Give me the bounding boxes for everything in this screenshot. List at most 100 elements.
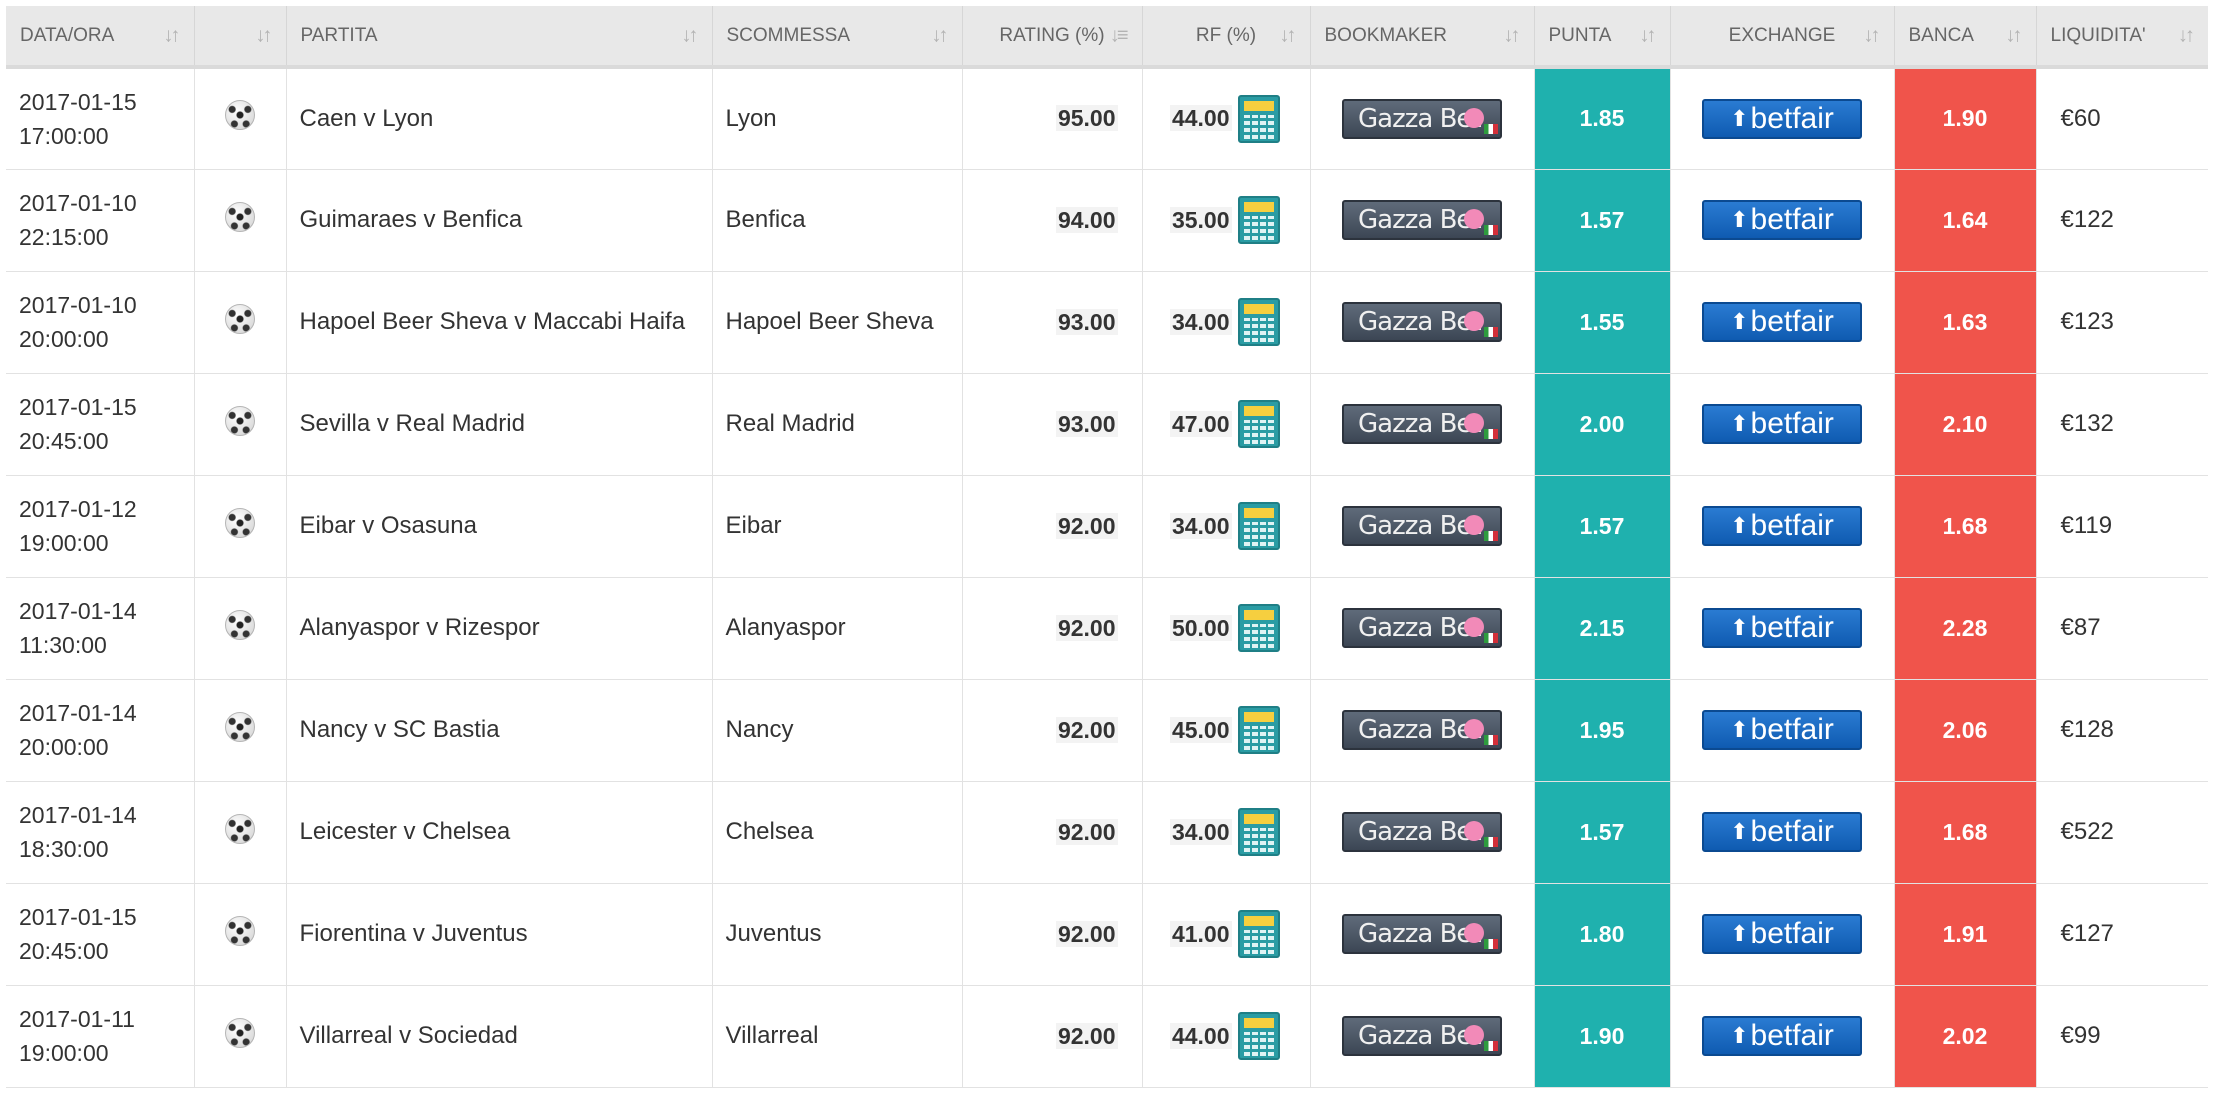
calculator-icon[interactable] <box>1237 604 1280 652</box>
sort-icon[interactable]: ↓↑ <box>1864 24 1881 47</box>
time-text: 20:00:00 <box>19 734 109 760</box>
sort-icon[interactable]: ↓↑ <box>1280 24 1297 47</box>
col-header-date[interactable]: DATA/ORA ↓↑ <box>6 6 194 69</box>
table-row[interactable]: 2017-01-14 11:30:00 Alanyaspor v Rizespor A… <box>6 576 2208 679</box>
betfair-logo[interactable]: ⬆betfair <box>1702 98 1862 139</box>
table-row[interactable]: 2017-01-14 20:00:00 Nancy v SC Bastia Nancy… <box>6 678 2208 781</box>
calculator-icon[interactable] <box>1237 502 1280 550</box>
calculator-icon[interactable] <box>1237 706 1280 754</box>
date-time-cell: 2017-01-14 20:00:00 <box>6 678 194 781</box>
banca-cell: 1.64 <box>1893 168 2036 271</box>
bookmaker-cell: Gazza Bet <box>1309 66 1534 169</box>
col-header-exchange[interactable]: EXCHANGE ↓↑ <box>1669 6 1894 69</box>
gazzabet-logo[interactable]: Gazza Bet <box>1342 404 1502 444</box>
betfair-logo[interactable]: ⬆betfair <box>1702 914 1862 954</box>
sort-icon[interactable]: ↓↑ <box>932 24 949 47</box>
sort-icon[interactable]: ↓↑ <box>2006 24 2023 47</box>
table-row[interactable]: 2017-01-12 19:00:00 Eibar v Osasuna Eibar 92… <box>6 474 2208 577</box>
calculator-icon[interactable] <box>1237 1012 1280 1060</box>
gazzabet-logo[interactable]: Gazza Bet <box>1342 506 1502 546</box>
col-header-sport[interactable]: ↓↑ <box>193 6 286 69</box>
punta-cell: 1.80 <box>1533 882 1670 985</box>
table-row[interactable]: 2017-01-10 20:00:00 Hapoel Beer Sheva v Ma… <box>6 270 2208 373</box>
sort-icon[interactable]: ↓↑ <box>164 24 181 47</box>
betfair-arrow-icon: ⬆ <box>1730 411 1749 436</box>
rf-cell: 47.00 <box>1141 372 1310 475</box>
rating-cell: 92.00 <box>961 984 1142 1088</box>
calculator-icon[interactable] <box>1237 910 1280 958</box>
bookmaker-logo-text: Gazza Bet <box>1358 103 1482 134</box>
table-row[interactable]: 2017-01-15 17:00:00 Caen v Lyon Lyon 95.00 44… <box>6 66 2208 169</box>
soccer-ball-icon <box>225 711 255 742</box>
betfair-logo[interactable]: ⬆betfair <box>1702 1016 1862 1056</box>
calculator-icon[interactable] <box>1237 400 1280 448</box>
punta-cell: 2.15 <box>1533 576 1670 679</box>
gazzabet-logo[interactable]: Gazza Bet <box>1342 1016 1502 1056</box>
rf-value: 34.00 <box>1169 512 1232 539</box>
liquidity-cell: €87 <box>2035 576 2208 679</box>
col-header-bet[interactable]: SCOMMESSA ↓↑ <box>711 6 962 69</box>
betfair-logo[interactable]: ⬆betfair <box>1702 506 1862 546</box>
date-text: 2017-01-15 <box>19 394 137 420</box>
betfair-logo[interactable]: ⬆betfair <box>1702 608 1862 648</box>
rating-value: 92.00 <box>1055 614 1118 641</box>
banca-cell: 1.91 <box>1893 882 2036 985</box>
match-cell: Eibar v Osasuna <box>285 474 712 577</box>
italy-flag-icon <box>1484 1041 1498 1051</box>
rf-value: 45.00 <box>1169 716 1232 743</box>
soccer-ball-icon <box>225 100 255 131</box>
gazzabet-logo[interactable]: Gazza Bet <box>1342 302 1502 342</box>
betfair-logo[interactable]: ⬆betfair <box>1702 302 1862 342</box>
table-row[interactable]: 2017-01-11 19:00:00 Villarreal v Sociedad V… <box>6 984 2208 1088</box>
sort-icon[interactable]: ↓↑ <box>1504 24 1521 47</box>
col-header-match[interactable]: PARTITA ↓↑ <box>285 6 712 69</box>
time-text: 11:30:00 <box>19 632 107 658</box>
date-text: 2017-01-15 <box>19 88 137 115</box>
sort-icon[interactable]: ↓↑ <box>682 24 699 47</box>
date-time-cell: 2017-01-11 19:00:00 <box>6 984 194 1088</box>
col-header-rating[interactable]: RATING (%) ↓≡ <box>961 6 1142 69</box>
gazzabet-logo[interactable]: Gazza Bet <box>1342 914 1502 954</box>
calculator-icon[interactable] <box>1237 94 1280 143</box>
rf-cell: 44.00 <box>1141 66 1310 169</box>
rf-cell: 44.00 <box>1141 984 1310 1088</box>
sort-icon[interactable]: ↓↑ <box>1640 24 1657 47</box>
gazzabet-logo[interactable]: Gazza Bet <box>1342 200 1502 240</box>
table-row[interactable]: 2017-01-10 22:15:00 Guimaraes v Benfica Ben… <box>6 168 2208 271</box>
calculator-icon[interactable] <box>1237 808 1280 856</box>
table-row[interactable]: 2017-01-15 20:45:00 Sevilla v Real Madrid R… <box>6 372 2208 475</box>
bookmaker-cell: Gazza Bet <box>1309 678 1534 781</box>
gazzabet-logo[interactable]: Gazza Bet <box>1342 812 1502 852</box>
rating-cell: 93.00 <box>961 270 1142 373</box>
bookmaker-logo-text: Gazza Bet <box>1358 511 1482 541</box>
betfair-logo[interactable]: ⬆betfair <box>1702 710 1862 750</box>
calculator-icon[interactable] <box>1237 298 1280 346</box>
sort-icon[interactable]: ↓↑ <box>256 24 273 47</box>
rf-cell: 34.00 <box>1141 474 1310 577</box>
calculator-icon[interactable] <box>1237 196 1280 244</box>
gazzabet-logo[interactable]: Gazza Bet <box>1342 710 1502 750</box>
sport-cell <box>193 984 286 1088</box>
soccer-ball-icon <box>225 813 255 844</box>
punta-cell: 1.95 <box>1533 678 1670 781</box>
gazzabet-logo[interactable]: Gazza Bet <box>1342 608 1502 648</box>
gazzabet-logo[interactable]: Gazza Bet <box>1342 98 1502 139</box>
liquidity-cell: €128 <box>2035 678 2208 781</box>
rf-cell: 34.00 <box>1141 270 1310 373</box>
sort-desc-icon[interactable]: ↓≡ <box>1110 24 1129 47</box>
col-header-liquidity[interactable]: LIQUIDITA' ↓↑ <box>2035 6 2208 69</box>
betfair-logo[interactable]: ⬆betfair <box>1702 200 1862 240</box>
sort-icon[interactable]: ↓↑ <box>2178 24 2195 47</box>
betfair-logo[interactable]: ⬆betfair <box>1702 812 1862 852</box>
sport-cell <box>193 678 286 781</box>
col-header-banca[interactable]: BANCA ↓↑ <box>1893 6 2036 69</box>
table-row[interactable]: 2017-01-14 18:30:00 Leicester v Chelsea Che… <box>6 780 2208 883</box>
col-header-rf[interactable]: RF (%) ↓↑ <box>1141 6 1310 69</box>
rating-value: 92.00 <box>1055 818 1118 845</box>
date-text: 2017-01-14 <box>19 802 137 828</box>
rating-value: 92.00 <box>1055 920 1118 947</box>
table-row[interactable]: 2017-01-15 20:45:00 Fiorentina v Juventus J… <box>6 882 2208 985</box>
col-header-bookmaker[interactable]: BOOKMAKER ↓↑ <box>1309 6 1534 69</box>
col-header-punta[interactable]: PUNTA ↓↑ <box>1533 6 1670 69</box>
betfair-logo[interactable]: ⬆betfair <box>1702 404 1862 444</box>
